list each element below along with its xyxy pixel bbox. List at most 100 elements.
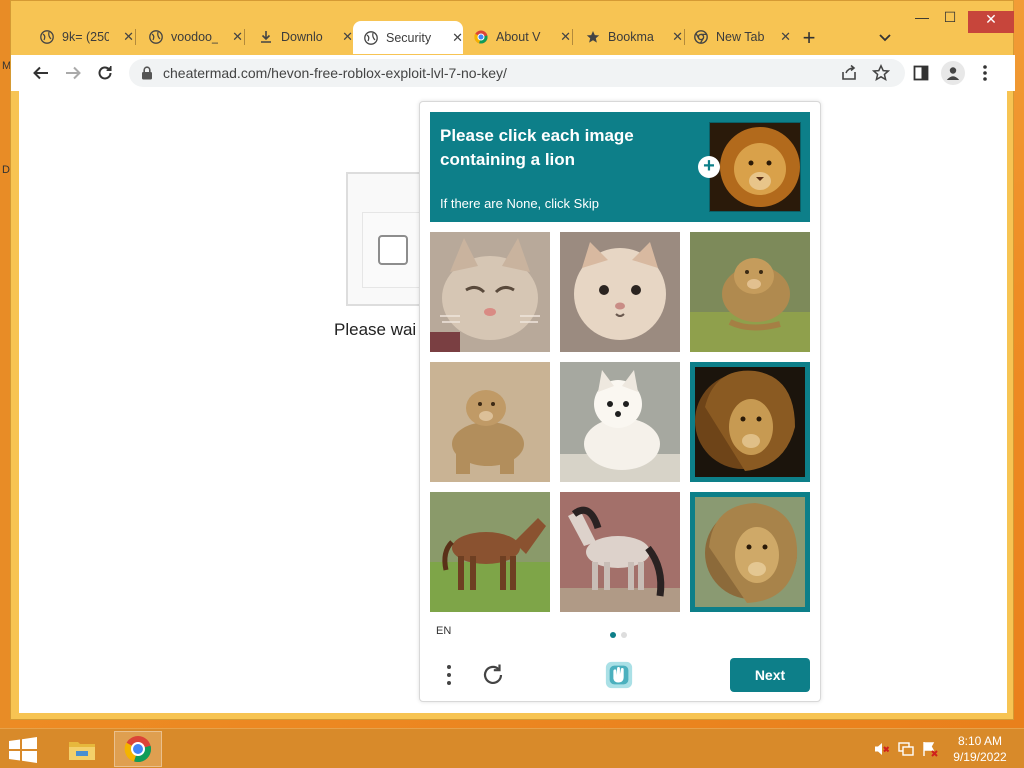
globe-icon [363,30,378,45]
profile-icon [946,67,960,80]
chrome-icon [124,736,152,763]
minimize-button[interactable]: — [907,9,937,33]
tab-title: Security [386,30,432,45]
next-button[interactable]: Next [730,658,810,692]
clock-time: 8:10 AM [957,734,1003,748]
forward-button[interactable] [61,61,85,85]
address-bar[interactable]: cheatermad.com/hevon-free-roblox-exploit… [129,59,905,87]
page-dot-active [610,632,616,638]
start-button[interactable] [8,737,38,763]
profile-avatar[interactable] [941,61,965,85]
challenge-prompt: Please click each image containing a lio… [430,112,810,222]
close-window-button[interactable]: ✕ [968,11,1014,33]
taskbar-chrome[interactable] [114,731,162,767]
language-selector[interactable]: EN [436,625,451,637]
browser-toolbar: cheatermad.com/hevon-free-roblox-exploit… [11,55,1015,91]
refresh-icon [483,664,503,684]
tab-title: Bookma [608,30,654,44]
tab-1[interactable]: 9k= (250 ✕ [29,23,134,51]
page-content: Please wai Please click each image conta… [19,91,1007,713]
captcha-challenge: Please click each image containing a lio… [419,101,821,702]
back-arrow-icon [33,66,48,80]
challenge-tile-3[interactable] [690,232,810,352]
side-panel-icon [913,65,929,81]
tab-close-icon[interactable]: ✕ [672,29,683,45]
lock-icon [141,66,153,80]
globe-icon [148,30,163,45]
kebab-menu-icon [983,65,987,81]
side-panel-button[interactable] [909,61,933,85]
captcha-checkbox[interactable] [378,235,408,265]
tab-title: 9k= (250 [62,30,110,44]
tab-title: Downlo [281,30,323,44]
expand-sample-icon[interactable]: + [698,156,720,178]
tab-4-active[interactable]: Security ✕ [353,21,463,54]
taskbar-file-explorer[interactable] [58,731,106,767]
challenge-tile-8[interactable] [560,492,680,612]
download-icon [258,30,273,45]
reload-icon [98,66,112,80]
hcaptcha-logo-icon[interactable] [604,660,634,690]
system-clock[interactable]: 8:10 AM 9/19/2022 [944,733,1016,765]
taskbar: 8:10 AM 9/19/2022 [0,728,1024,768]
tab-close-icon[interactable]: ✕ [560,29,571,45]
windows-logo-icon [9,737,37,763]
desktop-icon-label: D [2,164,10,176]
desktop-edge [0,0,10,728]
url-text: cheatermad.com/hevon-free-roblox-exploit… [163,65,507,81]
vertical-dots-icon [447,665,451,685]
tab-3[interactable]: Downlo ✕ [248,23,353,51]
challenge-menu-button[interactable] [434,660,464,690]
tab-close-icon[interactable]: ✕ [232,29,243,45]
sample-lion-image [709,122,801,212]
tab-7[interactable]: New Tab ✕ [683,23,791,51]
chrome-icon [473,30,488,45]
tab-separator [135,29,136,45]
tab-title: About V [496,30,541,44]
tab-6[interactable]: Bookma ✕ [575,23,683,51]
challenge-tile-7[interactable] [430,492,550,612]
tab-close-icon[interactable]: ✕ [452,30,463,46]
chrome-icon [693,30,708,45]
challenge-tile-5[interactable] [560,362,680,482]
tab-title: voodoo_ [171,30,219,44]
new-tab-button[interactable]: + [797,25,821,51]
volume-muted-icon[interactable] [874,741,890,757]
tab-close-icon[interactable]: ✕ [780,29,791,45]
challenge-tile-6-selected[interactable] [690,362,810,482]
challenge-tile-4[interactable] [430,362,550,482]
browser-window: 9k= (250 ✕ voodoo_ ✕ Downlo ✕ Security ✕… [10,0,1015,720]
tab-close-icon[interactable]: ✕ [123,29,134,45]
challenge-tile-9-selected[interactable] [690,492,810,612]
tab-strip: 9k= (250 ✕ voodoo_ ✕ Downlo ✕ Security ✕… [11,1,1015,55]
network-icon[interactable] [898,741,914,757]
challenge-instruction: Please click each image containing a lio… [440,126,634,169]
star-icon [585,30,600,45]
challenge-tile-2[interactable] [560,232,680,352]
share-icon[interactable] [839,63,859,83]
tab-separator [572,29,573,45]
maximize-button[interactable]: ☐ [935,9,965,33]
tab-close-icon[interactable]: ✕ [342,29,353,45]
globe-icon [39,30,54,45]
menu-button[interactable] [973,61,997,85]
back-button[interactable] [29,61,53,85]
challenge-tile-1[interactable] [430,232,550,352]
tab-search-chevron-icon[interactable] [875,27,895,47]
tab-2[interactable]: voodoo_ ✕ [138,23,243,51]
bookmark-star-icon[interactable] [871,63,891,83]
please-wait-text: Please wai [334,320,417,339]
tab-separator [244,29,245,45]
action-center-flag-icon[interactable] [922,741,938,757]
page-indicator [610,632,627,638]
challenge-hint: If there are None, click Skip [440,196,599,211]
clock-date: 9/19/2022 [953,750,1007,764]
reload-button[interactable] [93,61,117,85]
forward-arrow-icon [66,66,81,80]
file-explorer-icon [69,742,95,760]
refresh-challenge-button[interactable] [478,660,508,690]
tab-title: New Tab [716,30,765,44]
page-dot [621,632,627,638]
tab-5[interactable]: About V ✕ [463,23,571,51]
captcha-widget-box [346,172,426,306]
